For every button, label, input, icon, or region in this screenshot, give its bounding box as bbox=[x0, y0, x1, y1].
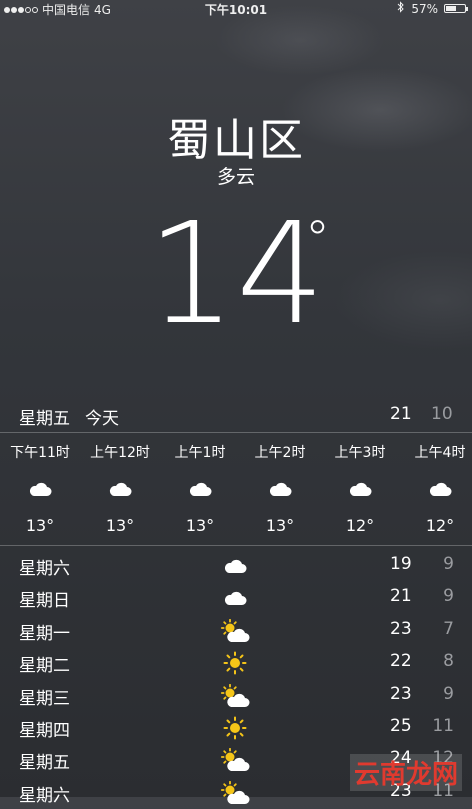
degree-symbol: ° bbox=[305, 210, 330, 268]
day-name: 星期五 bbox=[19, 753, 70, 774]
hour-time: 上午2时 bbox=[254, 445, 306, 461]
day-low: 8 bbox=[443, 651, 454, 672]
hour-temperature: 12° bbox=[345, 516, 375, 535]
cloud-icon bbox=[400, 474, 472, 504]
day-name: 星期二 bbox=[19, 656, 70, 677]
current-temperature: 14 ° bbox=[0, 200, 472, 350]
hourly-item: 上午1时 13° bbox=[160, 434, 240, 535]
today-high: 21 bbox=[390, 404, 412, 424]
day-high: 21 bbox=[390, 586, 412, 607]
day-high: 23 bbox=[390, 618, 412, 639]
sun-icon bbox=[219, 649, 251, 677]
day-name: 星期三 bbox=[19, 688, 70, 709]
cloud-icon bbox=[320, 474, 400, 504]
day-high: 19 bbox=[390, 554, 412, 574]
hour-time: 上午4时 bbox=[414, 445, 466, 461]
hour-temperature: 13° bbox=[105, 516, 135, 535]
cloud-icon bbox=[219, 552, 251, 580]
today-label: 今天 bbox=[85, 409, 119, 429]
watermark-logo: 云南龙网 bbox=[349, 754, 462, 791]
hour-temperature: 13° bbox=[265, 516, 295, 535]
hourly-item: 下午11时 13° bbox=[0, 434, 80, 535]
daily-row: 星期二 22 8 bbox=[0, 647, 472, 679]
city-name: 蜀山区 bbox=[167, 115, 305, 166]
day-high: 22 bbox=[390, 651, 412, 672]
day-high: 23 bbox=[390, 683, 412, 704]
daily-row: 星期六 19 9 bbox=[0, 550, 472, 582]
today-low: 10 bbox=[431, 404, 453, 424]
day-name: 星期日 bbox=[19, 591, 70, 612]
bluetooth-icon bbox=[397, 1, 405, 16]
daily-row: 星期四 25 11 bbox=[0, 712, 472, 744]
hour-temperature: 13° bbox=[185, 516, 215, 535]
hourly-item: 上午4时 12° bbox=[400, 434, 472, 535]
cloud-icon bbox=[160, 474, 240, 504]
hour-temperature: 13° bbox=[25, 516, 55, 535]
day-name: 星期六 bbox=[19, 559, 70, 579]
status-right: 57% bbox=[397, 1, 468, 16]
partly-cloudy-icon bbox=[219, 617, 251, 645]
today-summary: 星期五 今天 21 10 bbox=[0, 400, 472, 430]
divider bbox=[0, 545, 472, 546]
battery-icon bbox=[444, 4, 468, 13]
cloud-icon bbox=[0, 474, 80, 504]
hourly-item: 上午2时 13° bbox=[240, 434, 320, 535]
partly-cloudy-icon bbox=[219, 779, 251, 807]
day-low: 11 bbox=[432, 716, 454, 736]
hour-time: 上午3时 bbox=[334, 445, 386, 461]
battery-percent: 57% bbox=[411, 1, 438, 16]
day-name: 星期一 bbox=[19, 623, 70, 644]
hour-time: 下午11时 bbox=[10, 445, 70, 461]
daily-row: 星期三 23 9 bbox=[0, 680, 472, 712]
temperature-value: 14 bbox=[146, 193, 326, 356]
partly-cloudy-icon bbox=[219, 746, 251, 774]
day-low: 9 bbox=[443, 683, 454, 704]
hourly-item: 上午3时 12° bbox=[320, 434, 400, 535]
status-bar: 中国电信 4G 下午10:01 57% bbox=[0, 0, 472, 18]
day-low: 7 bbox=[443, 618, 454, 639]
day-low: 9 bbox=[443, 586, 454, 607]
weather-condition: 多云 bbox=[216, 166, 255, 188]
hour-time: 上午12时 bbox=[90, 445, 150, 461]
day-low: 9 bbox=[443, 554, 454, 574]
hour-temperature: 12° bbox=[425, 516, 455, 535]
hourly-forecast[interactable]: 下午11时 13° 上午12时 13° 上午1时 13° 上午2时 13° 上午3时 12° 上午4… bbox=[0, 434, 472, 544]
partly-cloudy-icon bbox=[219, 682, 251, 710]
hour-time: 上午1时 bbox=[174, 445, 226, 461]
cloud-icon bbox=[219, 584, 251, 612]
today-day: 星期五 bbox=[19, 409, 70, 429]
day-name: 星期六 bbox=[19, 785, 70, 806]
divider bbox=[0, 432, 472, 433]
sun-icon bbox=[219, 714, 251, 742]
day-name: 星期四 bbox=[19, 721, 70, 741]
cloud-icon bbox=[80, 474, 160, 504]
day-high: 25 bbox=[390, 716, 412, 736]
daily-row: 星期一 23 7 bbox=[0, 615, 472, 647]
daily-row: 星期日 21 9 bbox=[0, 582, 472, 614]
hourly-item: 上午12时 13° bbox=[80, 434, 160, 535]
cloud-icon bbox=[240, 474, 320, 504]
